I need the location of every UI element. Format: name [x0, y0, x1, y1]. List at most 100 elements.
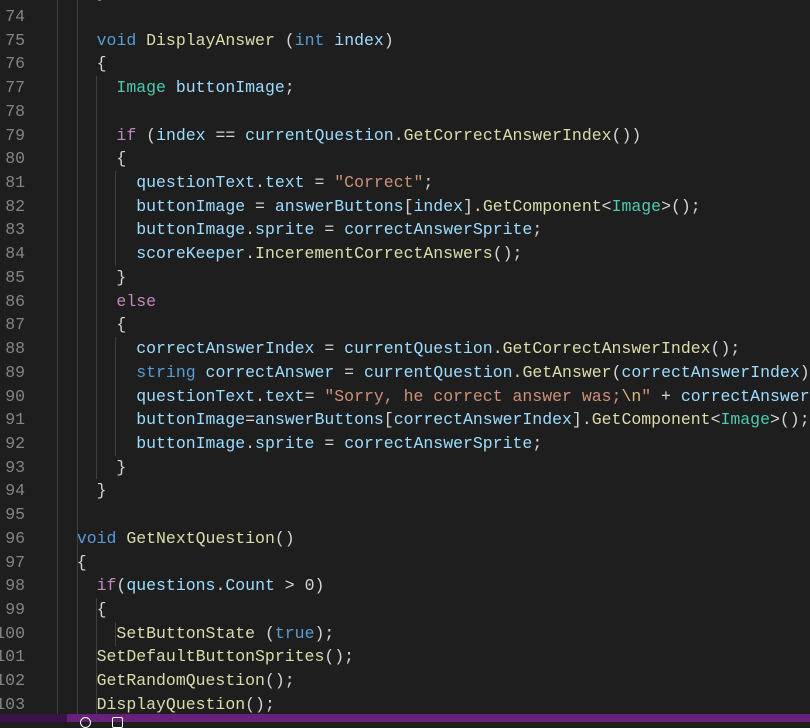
line-code: {: [57, 598, 107, 622]
code-line[interactable]: 90 questionText.text= "Sorry, he correct…: [0, 385, 810, 409]
code-line[interactable]: 101 SetDefaultButtonSprites();: [0, 645, 810, 669]
code-line[interactable]: 102 GetRandomQuestion();: [0, 669, 810, 693]
code-token: =: [245, 197, 275, 216]
code-token: [57, 78, 116, 97]
line-number: 103: [0, 693, 25, 714]
code-token: if: [97, 576, 117, 595]
code-line[interactable]: 74: [0, 5, 810, 29]
code-token: answerButtons: [275, 197, 404, 216]
line-code: {: [57, 313, 126, 337]
code-token: true: [275, 624, 315, 643]
code-token: currentQuestion: [344, 339, 493, 358]
code-token: .: [215, 576, 225, 595]
code-line[interactable]: 84 scoreKeeper.IncerementCorrectAnswers(…: [0, 242, 810, 266]
code-token: ()): [612, 126, 642, 145]
line-number: 96: [0, 527, 25, 551]
code-editor[interactable]: } 7475 void DisplayAnswer (int index)76 {…: [0, 0, 810, 714]
code-token: GetAnswer: [522, 363, 611, 382]
code-token: buttonImage: [136, 434, 245, 453]
code-line[interactable]: 80 {: [0, 147, 810, 171]
line-number: 95: [0, 503, 25, 527]
code-token: GetComponent: [592, 410, 711, 429]
code-line[interactable]: 96 void GetNextQuestion(): [0, 527, 810, 551]
code-token: .: [513, 363, 523, 382]
code-token: .: [394, 126, 404, 145]
code-token: [57, 339, 136, 358]
code-token: [116, 529, 126, 548]
line-number: 94: [0, 479, 25, 503]
code-token: =: [314, 434, 344, 453]
code-token: (: [116, 576, 126, 595]
code-line[interactable]: 78: [0, 100, 810, 124]
code-token: ].: [463, 197, 483, 216]
code-token: .: [245, 220, 255, 239]
line-number: 74: [0, 5, 25, 29]
code-line[interactable]: 81 questionText.text = "Correct";: [0, 171, 810, 195]
code-line[interactable]: 92 buttonImage.sprite = correctAnswerSpr…: [0, 432, 810, 456]
line-number: 88: [0, 337, 25, 361]
code-token: answerButtons: [255, 410, 384, 429]
code-line[interactable]: 83 buttonImage.sprite = correctAnswerSpr…: [0, 218, 810, 242]
line-code: buttonImage.sprite = correctAnswerSprite…: [57, 432, 542, 456]
code-line[interactable]: 103 DisplayQuestion();: [0, 693, 810, 714]
code-token: Count: [225, 576, 275, 595]
line-code: }: [57, 456, 126, 480]
error-icon[interactable]: [80, 717, 91, 728]
code-token: questionText: [136, 387, 255, 406]
line-code: correctAnswerIndex = currentQuestion.Get…: [57, 337, 740, 361]
code-token: );: [800, 363, 810, 382]
code-token: ;: [423, 173, 433, 192]
code-token: correctAnswerSprite: [344, 220, 532, 239]
code-token: correctAnswerIndex: [621, 363, 799, 382]
line-number: 100: [0, 622, 25, 646]
code-line[interactable]: 99 {: [0, 598, 810, 622]
line-code: void DisplayAnswer (int index): [57, 29, 394, 53]
code-line[interactable]: 82 buttonImage = answerButtons[index].Ge…: [0, 195, 810, 219]
code-line[interactable]: 76 {: [0, 52, 810, 76]
line-code: DisplayQuestion();: [57, 693, 275, 714]
code-line[interactable]: 95: [0, 503, 810, 527]
code-token: [57, 647, 97, 666]
code-token: correctAnswerIndex: [394, 410, 572, 429]
line-number: 76: [0, 52, 25, 76]
code-token: ();: [265, 671, 295, 690]
line-code: GetRandomQuestion();: [57, 669, 295, 693]
code-token: buttonImage: [136, 220, 245, 239]
code-token: >: [275, 576, 305, 595]
code-token: .: [255, 173, 265, 192]
code-token: +: [651, 387, 681, 406]
remote-indicator[interactable]: [0, 714, 67, 722]
code-token: buttonImage: [136, 410, 245, 429]
code-token: <: [602, 197, 612, 216]
line-code: if(questions.Count > 0): [57, 574, 324, 598]
code-token: "Correct": [334, 173, 423, 192]
code-token: (: [136, 126, 156, 145]
code-line[interactable]: 97 {: [0, 551, 810, 575]
code-line[interactable]: 79 if (index == currentQuestion.GetCorre…: [0, 124, 810, 148]
code-token: index: [156, 126, 206, 145]
line-code: void GetNextQuestion(): [57, 527, 295, 551]
code-line[interactable]: 77 Image buttonImage;: [0, 76, 810, 100]
line-number: 81: [0, 171, 25, 195]
code-line[interactable]: 91 buttonImage=answerButtons[correctAnsw…: [0, 408, 810, 432]
code-line[interactable]: 100 SetButtonState (true);: [0, 622, 810, 646]
code-line[interactable]: 88 correctAnswerIndex = currentQuestion.…: [0, 337, 810, 361]
line-number: 89: [0, 361, 25, 385]
code-token: Image: [612, 197, 662, 216]
code-line[interactable]: 93 }: [0, 456, 810, 480]
code-line[interactable]: 89 string correctAnswer = currentQuestio…: [0, 361, 810, 385]
code-token: {: [57, 315, 126, 334]
code-line[interactable]: 75 void DisplayAnswer (int index): [0, 29, 810, 53]
code-line[interactable]: 85 }: [0, 266, 810, 290]
code-line[interactable]: 86 else: [0, 290, 810, 314]
code-token: GetComponent: [483, 197, 602, 216]
code-token: {: [57, 149, 126, 168]
code-line[interactable]: 94 }: [0, 479, 810, 503]
warning-icon[interactable]: [112, 717, 123, 728]
code-token: [57, 173, 136, 192]
code-token: ;: [285, 78, 295, 97]
code-line[interactable]: 98 if(questions.Count > 0): [0, 574, 810, 598]
code-token: ;: [532, 434, 542, 453]
code-token: [324, 31, 334, 50]
code-line[interactable]: 87 {: [0, 313, 810, 337]
